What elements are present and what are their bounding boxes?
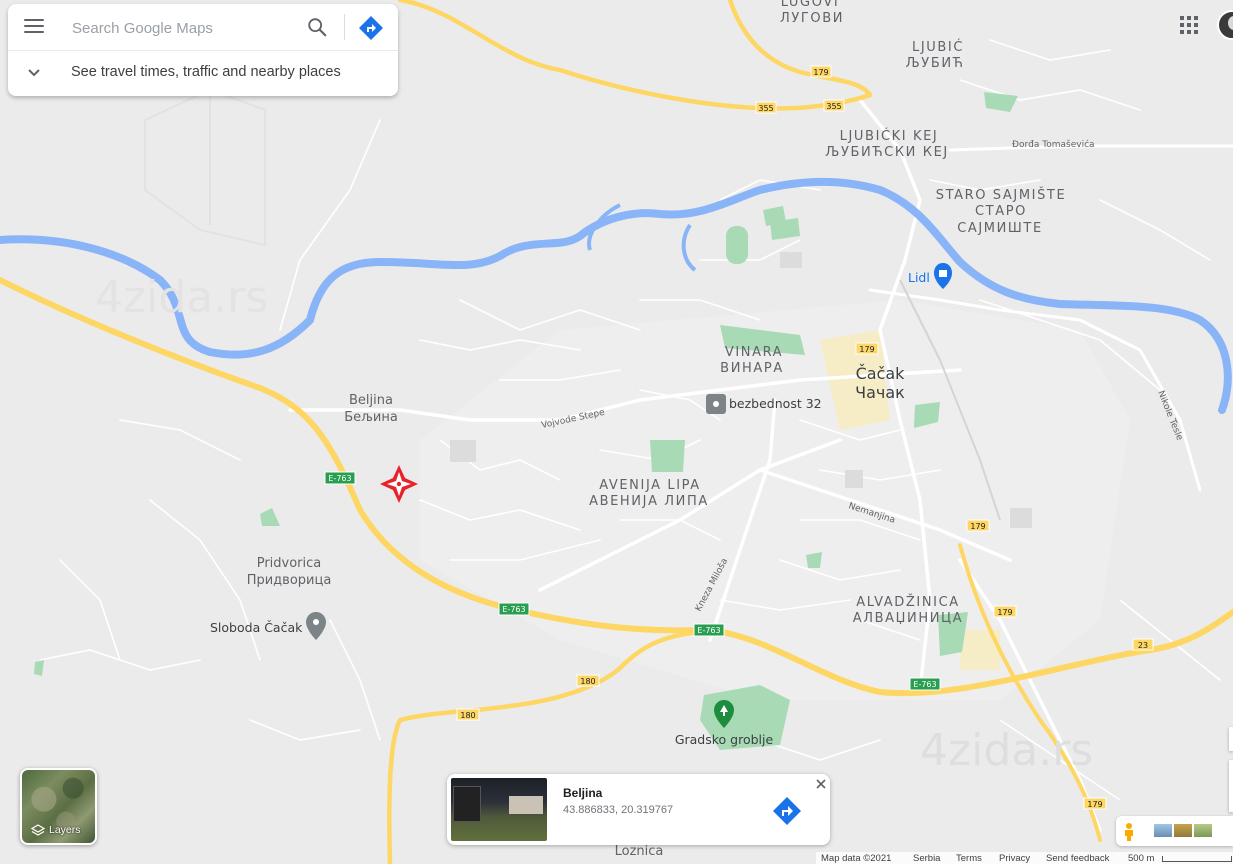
watermark-text-2: 4zida.rs [920,725,1093,776]
svg-text:E-763: E-763 [502,605,525,614]
place-photo[interactable] [451,778,547,841]
menu-icon[interactable] [24,19,44,35]
route-shield-e763-a: E-763 [324,471,356,485]
country-label: Serbia [913,853,941,864]
label-staro-sajmiste-cyr: СТАРО [975,204,1027,219]
apps-grid-icon[interactable] [1180,16,1198,34]
zoom-control[interactable] [1229,760,1233,812]
map-data-attribution: Map data ©2021 [821,853,892,864]
svg-text:179: 179 [970,522,985,531]
travel-times-row[interactable]: See travel times, traffic and nearby pla… [8,50,398,96]
route-shield-e763-b: E-763 [498,602,530,616]
send-feedback-link[interactable]: Send feedback [1046,853,1109,864]
search-input[interactable] [70,16,302,40]
svg-text:bezbednost 32: bezbednost 32 [729,396,822,411]
route-shield-179-c: 179 [966,519,990,532]
svg-text:E-763: E-763 [913,680,936,689]
label-lugovi: LUGOVI [781,0,840,10]
route-shield-180-b: 180 [456,708,480,721]
route-shield-e763-d: E-763 [909,677,941,691]
svg-text:180: 180 [460,711,475,720]
label-ljubic: LJUBIĆ [912,39,964,55]
privacy-link[interactable]: Privacy [999,853,1030,864]
label-alvadzinica: ALVADŽINICA [856,594,960,610]
svg-text:Gradsko groblje: Gradsko groblje [675,732,774,747]
place-name: Beljina [563,786,603,800]
svg-text:179: 179 [813,68,828,77]
label-avenija-lipa: AVENIJA LIPA [599,478,701,493]
imagery-thumb-1 [1154,824,1172,837]
route-shield-179-d: 179 [993,605,1017,618]
watermark-text: 4zida.rs [95,272,268,323]
scale-label[interactable]: 500 m [1128,853,1154,864]
layers-label: Layers [49,824,81,836]
terms-link[interactable]: Terms [956,853,982,864]
layers-button[interactable]: Layers [20,768,97,845]
place-coordinates: 43.886833, 20.319767 [563,804,674,816]
label-ljubicki-kej-cyr: ЉУБИЋСКИ КЕЈ [825,145,949,160]
label-alvadzinica-cyr: АЛВАЏИНИЦА [853,611,963,626]
chevron-down-icon [28,69,40,77]
svg-text:Sloboda Čačak: Sloboda Čačak [210,620,303,635]
label-city: Čačak [856,364,906,383]
route-shield-179-b: 179 [855,342,879,355]
directions-icon[interactable] [358,15,384,41]
label-lugovi-cyr: ЛУГОВИ [780,11,844,26]
route-shield-179-e: 179 [1083,797,1107,810]
label-beljina-cyr: Бељина [344,410,398,425]
map-canvas[interactable]: 179 355 355 179 E-763 E-763 E-763 E-763 … [0,0,1233,864]
svg-text:E-763: E-763 [328,474,351,483]
place-directions-icon[interactable] [772,796,802,826]
label-city-cyr: Чачак [855,383,905,402]
label-pridvorica: Pridvorica [257,556,322,571]
route-shield-355-b: 355 [823,99,845,112]
search-bar [8,4,398,51]
label-vinara: VINARA [725,345,783,360]
close-icon[interactable] [815,778,827,790]
svg-text:180: 180 [580,677,595,686]
imagery-thumbnails[interactable] [1154,824,1218,838]
route-shield-e763-c: E-763 [693,623,725,637]
building-icon [706,394,726,414]
route-shield-23: 23 [1132,638,1154,651]
label-avenija-lipa-cyr: АВЕНИЈА ЛИПА [589,494,709,509]
label-staro-sajmiste: STARO SAJMIŠTE [936,187,1067,203]
compass-control[interactable] [1229,727,1233,751]
label-ljubic-cyr: ЉУБИЋ [905,56,964,71]
route-shield-180-a: 180 [576,674,600,687]
label-pridvorica-cyr: Придворица [247,573,332,588]
svg-text:179: 179 [1087,800,1102,809]
svg-text:Lidl: Lidl [908,270,930,285]
svg-text:355: 355 [826,102,841,111]
place-card[interactable]: Beljina 43.886833, 20.319767 [447,774,830,845]
imagery-thumb-2 [1174,824,1192,837]
street-dorda-tomasevica: Đorđa Tomaševića [1012,139,1095,150]
label-beljina: Beljina [349,393,393,408]
route-shield-179-a: 179 [810,65,832,78]
imagery-thumb-3 [1194,824,1212,837]
label-staro-sajmiste-cyr2: САЈМИШТЕ [957,221,1043,236]
layers-icon [31,824,45,836]
route-shield-355-a: 355 [755,101,777,114]
label-vinara-cyr: ВИНАРА [720,361,784,376]
svg-text:179: 179 [859,345,874,354]
search-icon[interactable] [306,16,328,38]
svg-text:355: 355 [758,104,773,113]
svg-text:179: 179 [997,608,1012,617]
pegman-icon[interactable] [1122,822,1136,842]
travel-times-text: See travel times, traffic and nearby pla… [71,64,341,80]
search-divider [344,14,345,40]
label-loznica: Loznica [615,844,664,859]
svg-text:E-763: E-763 [697,626,720,635]
svg-text:23: 23 [1138,641,1148,650]
search-panel: See travel times, traffic and nearby pla… [8,4,398,96]
scale-bar [1162,856,1232,862]
label-ljubicki-kej: LJUBIĆKI KEJ [840,128,939,144]
